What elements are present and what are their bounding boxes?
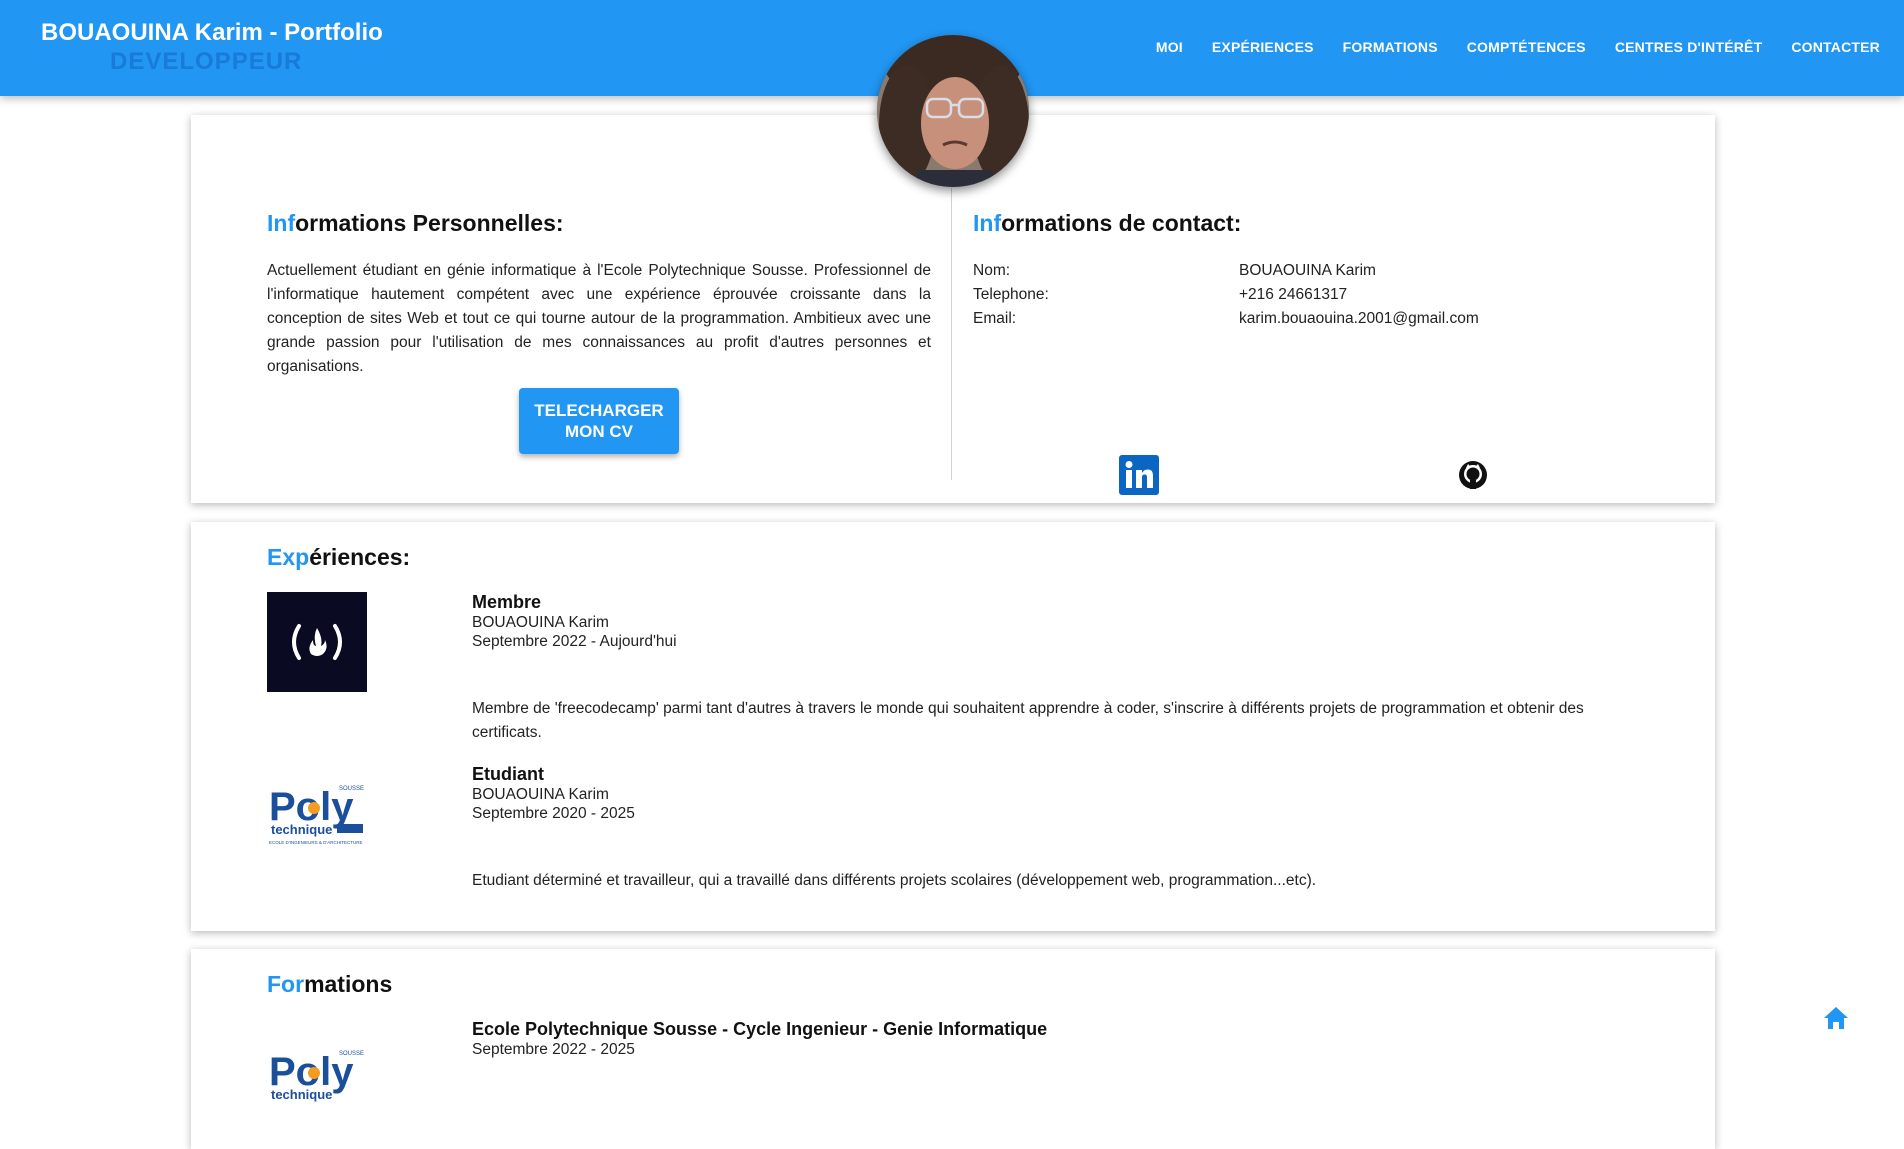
experience-description: Membre de 'freecodecamp' parmi tant d'au… (472, 700, 1584, 741)
experience-period: Septembre 2022 - Aujourd'hui (472, 633, 677, 650)
formations-card: Formations Poly SOUSSE technique Ecole P… (191, 949, 1715, 1149)
home-icon[interactable] (1822, 1004, 1850, 1032)
svg-text:technique: technique (271, 1087, 332, 1102)
freecodecamp-logo (267, 592, 367, 692)
nav-item-experiences[interactable]: EXPÉRIENCES (1212, 39, 1314, 55)
section-divider (951, 188, 952, 480)
experiences-card: Expériences: Membre BOUAOUINA Karim Sept… (191, 522, 1715, 931)
svg-text:technique: technique (271, 822, 332, 837)
nav-item-formations[interactable]: FORMATIONS (1343, 39, 1438, 55)
contact-row-phone: Telephone: +216 24661317 (973, 286, 1348, 303)
experience-name: BOUAOUINA Karim (472, 786, 609, 803)
experience-body: Membre BOUAOUINA Karim Septembre 2022 - … (472, 592, 1642, 745)
about-text: Actuellement étudiant en génie informati… (267, 262, 931, 375)
experience-role: Etudiant (472, 764, 544, 784)
polytechnique-logo: Poly SOUSSE technique (267, 1029, 367, 1129)
nav-item-competences[interactable]: COMPTÉTENCES (1467, 39, 1586, 55)
personal-info-title: Informations Personnelles: (267, 210, 564, 236)
svg-text:SOUSSE: SOUSSE (339, 1051, 364, 1057)
brand-title[interactable]: BOUAOUINA Karim - Portfolio (41, 19, 383, 47)
contact-row-email: Email: karim.bouaouina.2001@gmail.com (973, 310, 1479, 327)
svg-text:SOUSSE: SOUSSE (339, 786, 364, 792)
brand-subtitle: DEVELOPPEUR (110, 48, 303, 75)
polytechnique-logo: Poly SOUSSE technique ECOLE D'INGENIEURS… (267, 764, 367, 864)
formations-title: Formations (267, 971, 393, 997)
contact-info-title: Informations de contact: (973, 210, 1242, 236)
experience-description: Etudiant déterminé et travailleur, qui a… (472, 872, 1317, 889)
contact-info-section: Informations de contact: Nom: BOUAOUINA … (973, 210, 1673, 495)
experiences-title: Expériences: (267, 544, 411, 570)
experience-body: Etudiant BOUAOUINA Karim Septembre 2020 … (472, 764, 1642, 893)
formation-period: Septembre 2022 - 2025 (472, 1041, 635, 1058)
personal-info-section: Informations Personnelles: Actuellement … (267, 210, 931, 379)
linkedin-icon[interactable] (1119, 455, 1159, 495)
formation-body: Ecole Polytechnique Sousse - Cycle Ingen… (472, 1019, 1642, 1059)
contact-table: Nom: BOUAOUINA Karim Telephone: +216 246… (973, 259, 1673, 331)
download-cv-button[interactable]: TELECHARGER MON CV (519, 388, 679, 454)
formation-school: Ecole Polytechnique Sousse - Cycle Ingen… (472, 1019, 1048, 1039)
main-nav: MOI EXPÉRIENCES FORMATIONS COMPTÉTENCES … (1156, 39, 1880, 55)
nav-item-contacter[interactable]: CONTACTER (1791, 39, 1880, 55)
experience-period: Septembre 2020 - 2025 (472, 805, 635, 822)
nav-item-moi[interactable]: MOI (1156, 39, 1183, 55)
profile-avatar (877, 35, 1029, 187)
svg-text:ECOLE D'INGENIEURS & D'ARCHITE: ECOLE D'INGENIEURS & D'ARCHITECTURE (269, 840, 362, 845)
experience-role: Membre (472, 592, 542, 612)
github-icon[interactable] (1457, 459, 1489, 491)
contact-row-name: Nom: BOUAOUINA Karim (973, 262, 1376, 279)
nav-item-interets[interactable]: CENTRES D'INTÉRÊT (1615, 39, 1763, 55)
experience-name: BOUAOUINA Karim (472, 614, 609, 631)
